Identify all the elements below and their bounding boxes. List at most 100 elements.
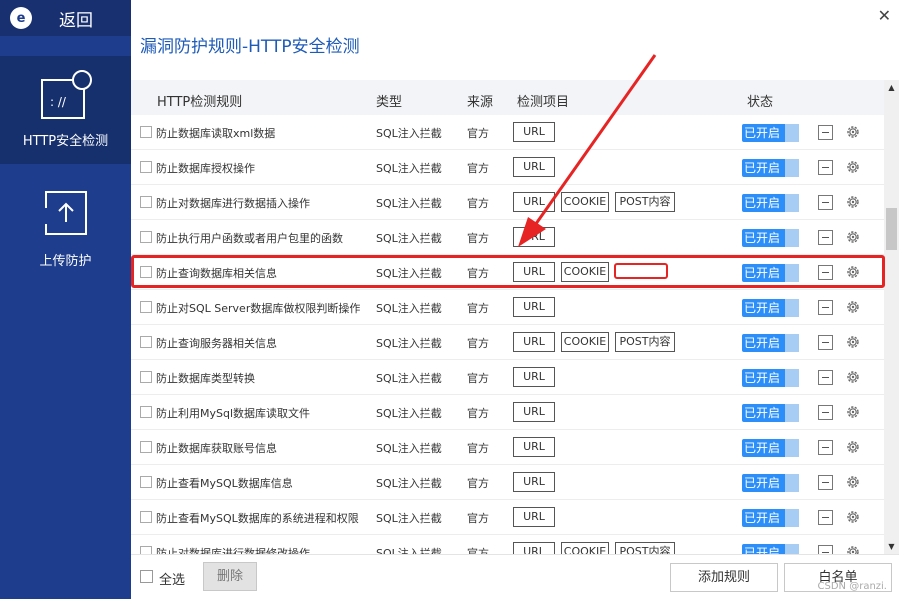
table-row[interactable]: 防止数据库类型转换 SQL注入拦截 官方 URL 已开启 xyxy=(131,360,884,395)
table-row[interactable]: 防止查询服务器相关信息 SQL注入拦截 官方 URL COOKIE POST内容 已开启 xyxy=(131,325,884,360)
row-checkbox[interactable] xyxy=(140,231,152,243)
row-checkbox[interactable] xyxy=(140,371,152,383)
tag-cookie: COOKIE xyxy=(561,332,609,352)
row-checkbox[interactable] xyxy=(140,161,152,173)
table-row[interactable]: 防止对数据库进行数据插入操作 SQL注入拦截 官方 URL COOKIE POST内容 已开… xyxy=(131,185,884,220)
table-row[interactable]: 防止查看MySQL数据库的系统进程和权限 SQL注入拦截 官方 URL 已开启 xyxy=(131,500,884,535)
tag-url: URL xyxy=(513,227,555,247)
gear-icon[interactable] xyxy=(845,509,861,525)
status-toggle[interactable]: 已开启 xyxy=(742,299,799,317)
rule-type: SQL注入拦截 xyxy=(376,197,442,210)
gear-icon[interactable] xyxy=(845,334,861,350)
rule-type: SQL注入拦截 xyxy=(376,512,442,525)
gear-icon[interactable] xyxy=(845,124,861,140)
rule-name: 防止对数据库进行数据修改操作 xyxy=(156,547,310,554)
table-row[interactable]: 防止利用MySql数据库读取文件 SQL注入拦截 官方 URL 已开启 xyxy=(131,395,884,430)
status-toggle[interactable]: 已开启 xyxy=(742,194,799,212)
row-checkbox[interactable] xyxy=(140,476,152,488)
rule-name: 防止利用MySql数据库读取文件 xyxy=(156,407,311,420)
column-header-rule: HTTP检测规则 xyxy=(157,95,243,110)
table-row[interactable]: 防止数据库授权操作 SQL注入拦截 官方 URL 已开启 xyxy=(131,150,884,185)
status-toggle[interactable]: 已开启 xyxy=(742,474,799,492)
rule-name: 防止查看MySQL数据库信息 xyxy=(156,477,293,490)
row-checkbox[interactable] xyxy=(140,546,152,554)
row-checkbox[interactable] xyxy=(140,511,152,523)
gear-icon[interactable] xyxy=(845,544,861,554)
scroll-down-icon[interactable]: ▼ xyxy=(884,539,899,554)
status-toggle[interactable]: 已开启 xyxy=(742,544,799,554)
disable-button[interactable] xyxy=(818,405,833,420)
status-toggle[interactable]: 已开启 xyxy=(742,229,799,247)
rule-source: 官方 xyxy=(467,372,489,385)
gear-icon[interactable] xyxy=(845,439,861,455)
gear-icon[interactable] xyxy=(845,194,861,210)
rule-source: 官方 xyxy=(467,337,489,350)
status-toggle[interactable]: 已开启 xyxy=(742,509,799,527)
upload-icon xyxy=(44,191,87,235)
disable-button[interactable] xyxy=(818,335,833,350)
gear-icon[interactable] xyxy=(845,159,861,175)
table-row[interactable]: 防止数据库获取账号信息 SQL注入拦截 官方 URL 已开启 xyxy=(131,430,884,465)
sidebar-item-http-security[interactable]: : // HTTP安全检测 xyxy=(0,56,131,164)
table-row[interactable]: 防止数据库读取xml数据 SQL注入拦截 官方 URL 已开启 xyxy=(131,115,884,150)
status-toggle[interactable]: 已开启 xyxy=(742,159,799,177)
rule-name: 防止查询服务器相关信息 xyxy=(156,337,277,350)
rule-type: SQL注入拦截 xyxy=(376,232,442,245)
disable-button[interactable] xyxy=(818,125,833,140)
rules-table: HTTP检测规则 类型 来源 检测项目 状态 防止数据库读取xml数据 SQL注入… xyxy=(131,80,884,554)
tag-cookie: COOKIE xyxy=(561,542,609,554)
row-checkbox[interactable] xyxy=(140,406,152,418)
status-toggle[interactable]: 已开启 xyxy=(742,369,799,387)
table-row[interactable]: 防止查看MySQL数据库信息 SQL注入拦截 官方 URL 已开启 xyxy=(131,465,884,500)
tag-post: POST内容 xyxy=(615,332,675,352)
gear-icon[interactable] xyxy=(845,404,861,420)
disable-button[interactable] xyxy=(818,475,833,490)
status-toggle[interactable]: 已开启 xyxy=(742,439,799,457)
disable-button[interactable] xyxy=(818,160,833,175)
sidebar-item-upload-protection[interactable]: 上传防护 xyxy=(0,172,131,272)
rule-name: 防止对SQL Server数据库做权限判断操作 xyxy=(156,302,361,315)
row-checkbox[interactable] xyxy=(140,126,152,138)
rule-type: SQL注入拦截 xyxy=(376,372,442,385)
tag-url: URL xyxy=(513,542,555,554)
back-label: 返回 xyxy=(59,10,93,31)
row-checkbox[interactable] xyxy=(140,336,152,348)
disable-button[interactable] xyxy=(818,370,833,385)
row-checkbox[interactable] xyxy=(140,196,152,208)
scrollbar-thumb[interactable] xyxy=(886,208,897,250)
rule-name: 防止数据库读取xml数据 xyxy=(156,127,276,140)
rule-type: SQL注入拦截 xyxy=(376,442,442,455)
rule-type: SQL注入拦截 xyxy=(376,337,442,350)
disable-button[interactable] xyxy=(818,195,833,210)
scroll-up-icon[interactable]: ▲ xyxy=(884,80,899,95)
gear-icon[interactable] xyxy=(845,369,861,385)
disable-button[interactable] xyxy=(818,230,833,245)
tag-url: URL xyxy=(513,402,555,422)
tag-url: URL xyxy=(513,437,555,457)
disable-button[interactable] xyxy=(818,300,833,315)
gear-icon[interactable] xyxy=(845,299,861,315)
status-toggle[interactable]: 已开启 xyxy=(742,404,799,422)
status-toggle[interactable]: 已开启 xyxy=(742,124,799,142)
gear-icon[interactable] xyxy=(845,229,861,245)
tag-cookie: COOKIE xyxy=(561,192,609,212)
close-icon[interactable]: ✕ xyxy=(878,6,891,25)
delete-button[interactable]: 删除 xyxy=(203,562,257,591)
rule-source: 官方 xyxy=(467,442,489,455)
disable-button[interactable] xyxy=(818,545,833,554)
status-toggle[interactable]: 已开启 xyxy=(742,334,799,352)
table-row[interactable]: 防止对SQL Server数据库做权限判断操作 SQL注入拦截 官方 URL 已开启 xyxy=(131,290,884,325)
disable-button[interactable] xyxy=(818,510,833,525)
rule-source: 官方 xyxy=(467,407,489,420)
table-row[interactable]: 防止对数据库进行数据修改操作 SQL注入拦截 官方 URL COOKIE POST内容 已开… xyxy=(131,535,884,554)
disable-button[interactable] xyxy=(818,440,833,455)
rule-name: 防止数据库类型转换 xyxy=(156,372,255,385)
add-rule-button[interactable]: 添加规则 xyxy=(670,563,778,592)
select-all-checkbox[interactable] xyxy=(140,570,153,583)
back-button[interactable]: e 返回 xyxy=(0,0,131,36)
table-row[interactable]: 防止执行用户函数或者用户包里的函数 SQL注入拦截 官方 URL 已开启 xyxy=(131,220,884,255)
row-checkbox[interactable] xyxy=(140,301,152,313)
row-checkbox[interactable] xyxy=(140,441,152,453)
vertical-scrollbar[interactable]: ▲ ▼ xyxy=(884,80,899,554)
gear-icon[interactable] xyxy=(845,474,861,490)
